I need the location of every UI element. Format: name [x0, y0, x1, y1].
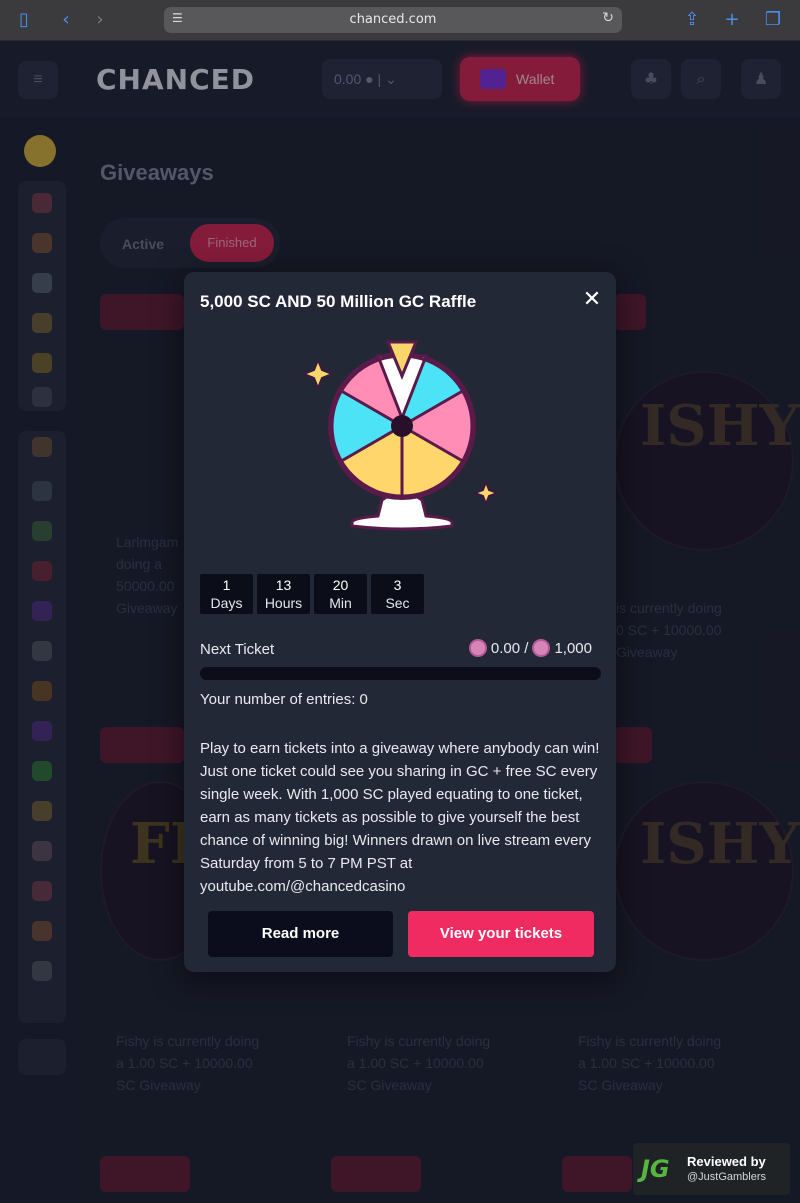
badge-handle: @JustGamblers: [687, 1171, 767, 1183]
view-tickets-button[interactable]: View your tickets: [408, 911, 594, 957]
countdown-value: 3: [393, 577, 402, 593]
countdown-unit: Sec: [385, 595, 410, 611]
modal-title: 5,000 SC AND 50 Million GC Raffle: [200, 292, 477, 311]
sc-coin-icon: [532, 639, 551, 657]
countdown-value: 13: [275, 577, 292, 593]
countdown-unit: Days: [210, 595, 243, 611]
next-ticket-values: 0.00 / 1,000: [468, 639, 592, 657]
reviewed-badge: JG Reviewed by @JustGamblers: [633, 1143, 790, 1195]
giveaway-description: Play to earn tickets into a giveaway whe…: [200, 740, 600, 895]
tabs-icon[interactable]: ❐: [762, 9, 784, 31]
forward-icon[interactable]: ›: [89, 9, 111, 31]
share-icon[interactable]: ⇪: [681, 9, 703, 31]
countdown-days: 1 Days: [200, 574, 253, 614]
next-ticket-label: Next Ticket: [200, 641, 275, 658]
plus-icon[interactable]: +: [721, 9, 743, 31]
countdown-unit: Min: [329, 595, 352, 611]
url-text: chanced.com: [349, 12, 437, 27]
badge-title: Reviewed by: [687, 1154, 766, 1169]
sidebar-icon[interactable]: ▯: [13, 9, 35, 31]
giveaway-modal: 5,000 SC AND 50 Million GC Raffle ✕ 1 Da…: [184, 272, 616, 972]
countdown-unit: Hours: [264, 595, 303, 611]
next-ticket-target: 1,000: [554, 639, 592, 657]
ticket-progress-bar: [200, 667, 601, 680]
countdown-timer: 1 Days 13 Hours 20 Min 3 Sec: [200, 574, 424, 614]
close-icon[interactable]: ✕: [580, 288, 604, 312]
countdown-hours: 13 Hours: [257, 574, 310, 614]
address-bar[interactable]: ☰ chanced.com ↻: [164, 7, 622, 33]
read-more-button[interactable]: Read more: [208, 911, 393, 957]
next-ticket-row: Next Ticket 0.00 / 1,000: [200, 639, 600, 661]
countdown-value: 20: [332, 577, 349, 593]
sc-coin-icon: [468, 639, 487, 657]
next-ticket-current: 0.00 /: [490, 639, 529, 657]
prize-wheel-icon: [302, 340, 500, 531]
back-icon[interactable]: ‹: [55, 9, 77, 31]
browser-toolbar: ▯ ‹ › ☰ chanced.com ↻ ⇪ + ❐: [0, 0, 800, 41]
countdown-minutes: 20 Min: [314, 574, 367, 614]
reload-icon[interactable]: ↻: [602, 10, 614, 26]
jg-logo: JG: [641, 1155, 670, 1183]
entries-count: Your number of entries: 0: [200, 691, 368, 708]
countdown-value: 1: [222, 577, 231, 593]
countdown-seconds: 3 Sec: [371, 574, 424, 614]
